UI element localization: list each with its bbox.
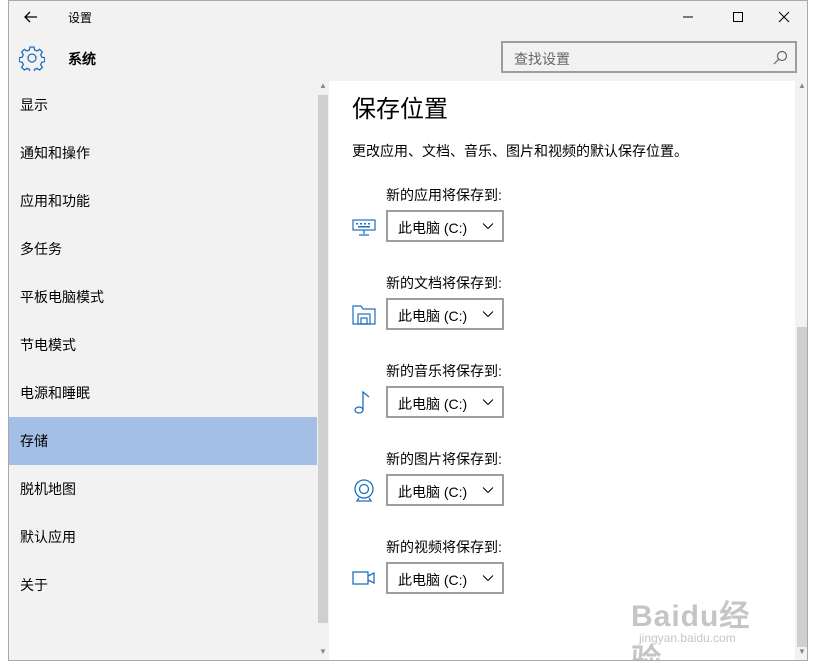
section-title: 系统: [68, 51, 96, 67]
maximize-button[interactable]: [721, 5, 755, 29]
documents-location-dropdown[interactable]: 此电脑 (C:): [386, 298, 504, 330]
videos-location-value: 此电脑 (C:): [398, 572, 468, 588]
chevron-down-icon: [482, 399, 494, 406]
page-description: 更改应用、文档、音乐、图片和视频的默认保存位置。: [352, 143, 688, 159]
apps-save-label: 新的应用将保存到:: [386, 187, 502, 203]
page-title: 保存位置: [352, 96, 448, 123]
close-icon: [778, 11, 790, 23]
music-save-label: 新的音乐将保存到:: [386, 363, 502, 379]
sidebar-item-notifications[interactable]: 通知和操作: [9, 129, 317, 177]
monitor-icon: [352, 219, 376, 236]
folder-icon: [352, 305, 376, 325]
pictures-location-value: 此电脑 (C:): [398, 484, 468, 500]
watermark-url: jingyan.baidu.com: [639, 631, 736, 645]
title-bar: 设置: [9, 1, 807, 33]
pictures-location-dropdown[interactable]: 此电脑 (C:): [386, 474, 504, 506]
chevron-down-icon: [482, 223, 494, 230]
videos-save-label: 新的视频将保存到:: [386, 539, 502, 555]
music-location-value: 此电脑 (C:): [398, 396, 468, 412]
scroll-up-arrow-icon[interactable]: ▲: [796, 81, 807, 93]
main-content: 保存位置 更改应用、文档、音乐、图片和视频的默认保存位置。 新的应用将保存到: …: [329, 81, 795, 660]
camera-icon: [354, 479, 374, 502]
background-right: [808, 0, 816, 669]
sidebar-item-apps[interactable]: 应用和功能: [9, 177, 317, 225]
video-camera-icon: [352, 571, 375, 585]
content-scroll-thumb[interactable]: [797, 327, 807, 647]
music-note-icon: [354, 390, 370, 414]
minimize-button[interactable]: [671, 5, 705, 29]
chevron-down-icon: [482, 575, 494, 582]
sidebar-item-about[interactable]: 关于: [9, 561, 317, 609]
background-left: [0, 0, 8, 669]
apps-location-value: 此电脑 (C:): [398, 220, 468, 236]
chevron-down-icon: [482, 311, 494, 318]
back-arrow-icon: [24, 11, 37, 23]
sidebar-item-power-sleep[interactable]: 电源和睡眠: [9, 369, 317, 417]
search-placeholder: 查找设置: [514, 51, 570, 67]
sidebar-item-storage[interactable]: 存储: [9, 417, 317, 465]
gear-icon: [18, 45, 46, 74]
sidebar-scroll-thumb[interactable]: [318, 95, 328, 623]
window-title: 设置: [68, 11, 93, 25]
music-location-dropdown[interactable]: 此电脑 (C:): [386, 386, 504, 418]
sidebar-item-offline-maps[interactable]: 脱机地图: [9, 465, 317, 513]
search-icon[interactable]: [771, 49, 789, 67]
scroll-up-arrow-icon[interactable]: ▲: [317, 81, 329, 93]
minimize-icon: [683, 16, 693, 18]
background-bottom: [0, 661, 816, 669]
sidebar: 显示 通知和操作 应用和功能 多任务 平板电脑模式 节电模式 电源和睡眠 存储 …: [9, 81, 317, 660]
close-button[interactable]: [767, 5, 801, 29]
videos-location-dropdown[interactable]: 此电脑 (C:): [386, 562, 504, 594]
pictures-save-label: 新的图片将保存到:: [386, 451, 502, 467]
apps-location-dropdown[interactable]: 此电脑 (C:): [386, 210, 504, 242]
content-scrollbar[interactable]: ▲ ▼: [795, 81, 807, 660]
sidebar-scrollbar[interactable]: ▲ ▼: [317, 81, 329, 660]
sidebar-item-battery-saver[interactable]: 节电模式: [9, 321, 317, 369]
sidebar-item-tablet-mode[interactable]: 平板电脑模式: [9, 273, 317, 321]
documents-location-value: 此电脑 (C:): [398, 308, 468, 324]
chevron-down-icon: [482, 487, 494, 494]
settings-window: 设置 系统 查找设置 显示 通知和操作 应用和功能 多任务 平板电脑模式 节电模…: [8, 0, 808, 661]
watermark-logo: Baidu经验: [631, 600, 751, 661]
search-input[interactable]: 查找设置: [501, 41, 797, 73]
sidebar-item-multitasking[interactable]: 多任务: [9, 225, 317, 273]
sidebar-item-display[interactable]: 显示: [9, 81, 317, 129]
scroll-down-arrow-icon[interactable]: ▼: [317, 647, 329, 659]
back-button[interactable]: [19, 5, 43, 29]
documents-save-label: 新的文档将保存到:: [386, 275, 502, 291]
scroll-down-arrow-icon[interactable]: ▼: [796, 647, 807, 659]
sidebar-item-default-apps[interactable]: 默认应用: [9, 513, 317, 561]
maximize-icon: [733, 12, 743, 22]
watermark: Baidu经验 jingyan.baidu.com: [631, 591, 781, 660]
